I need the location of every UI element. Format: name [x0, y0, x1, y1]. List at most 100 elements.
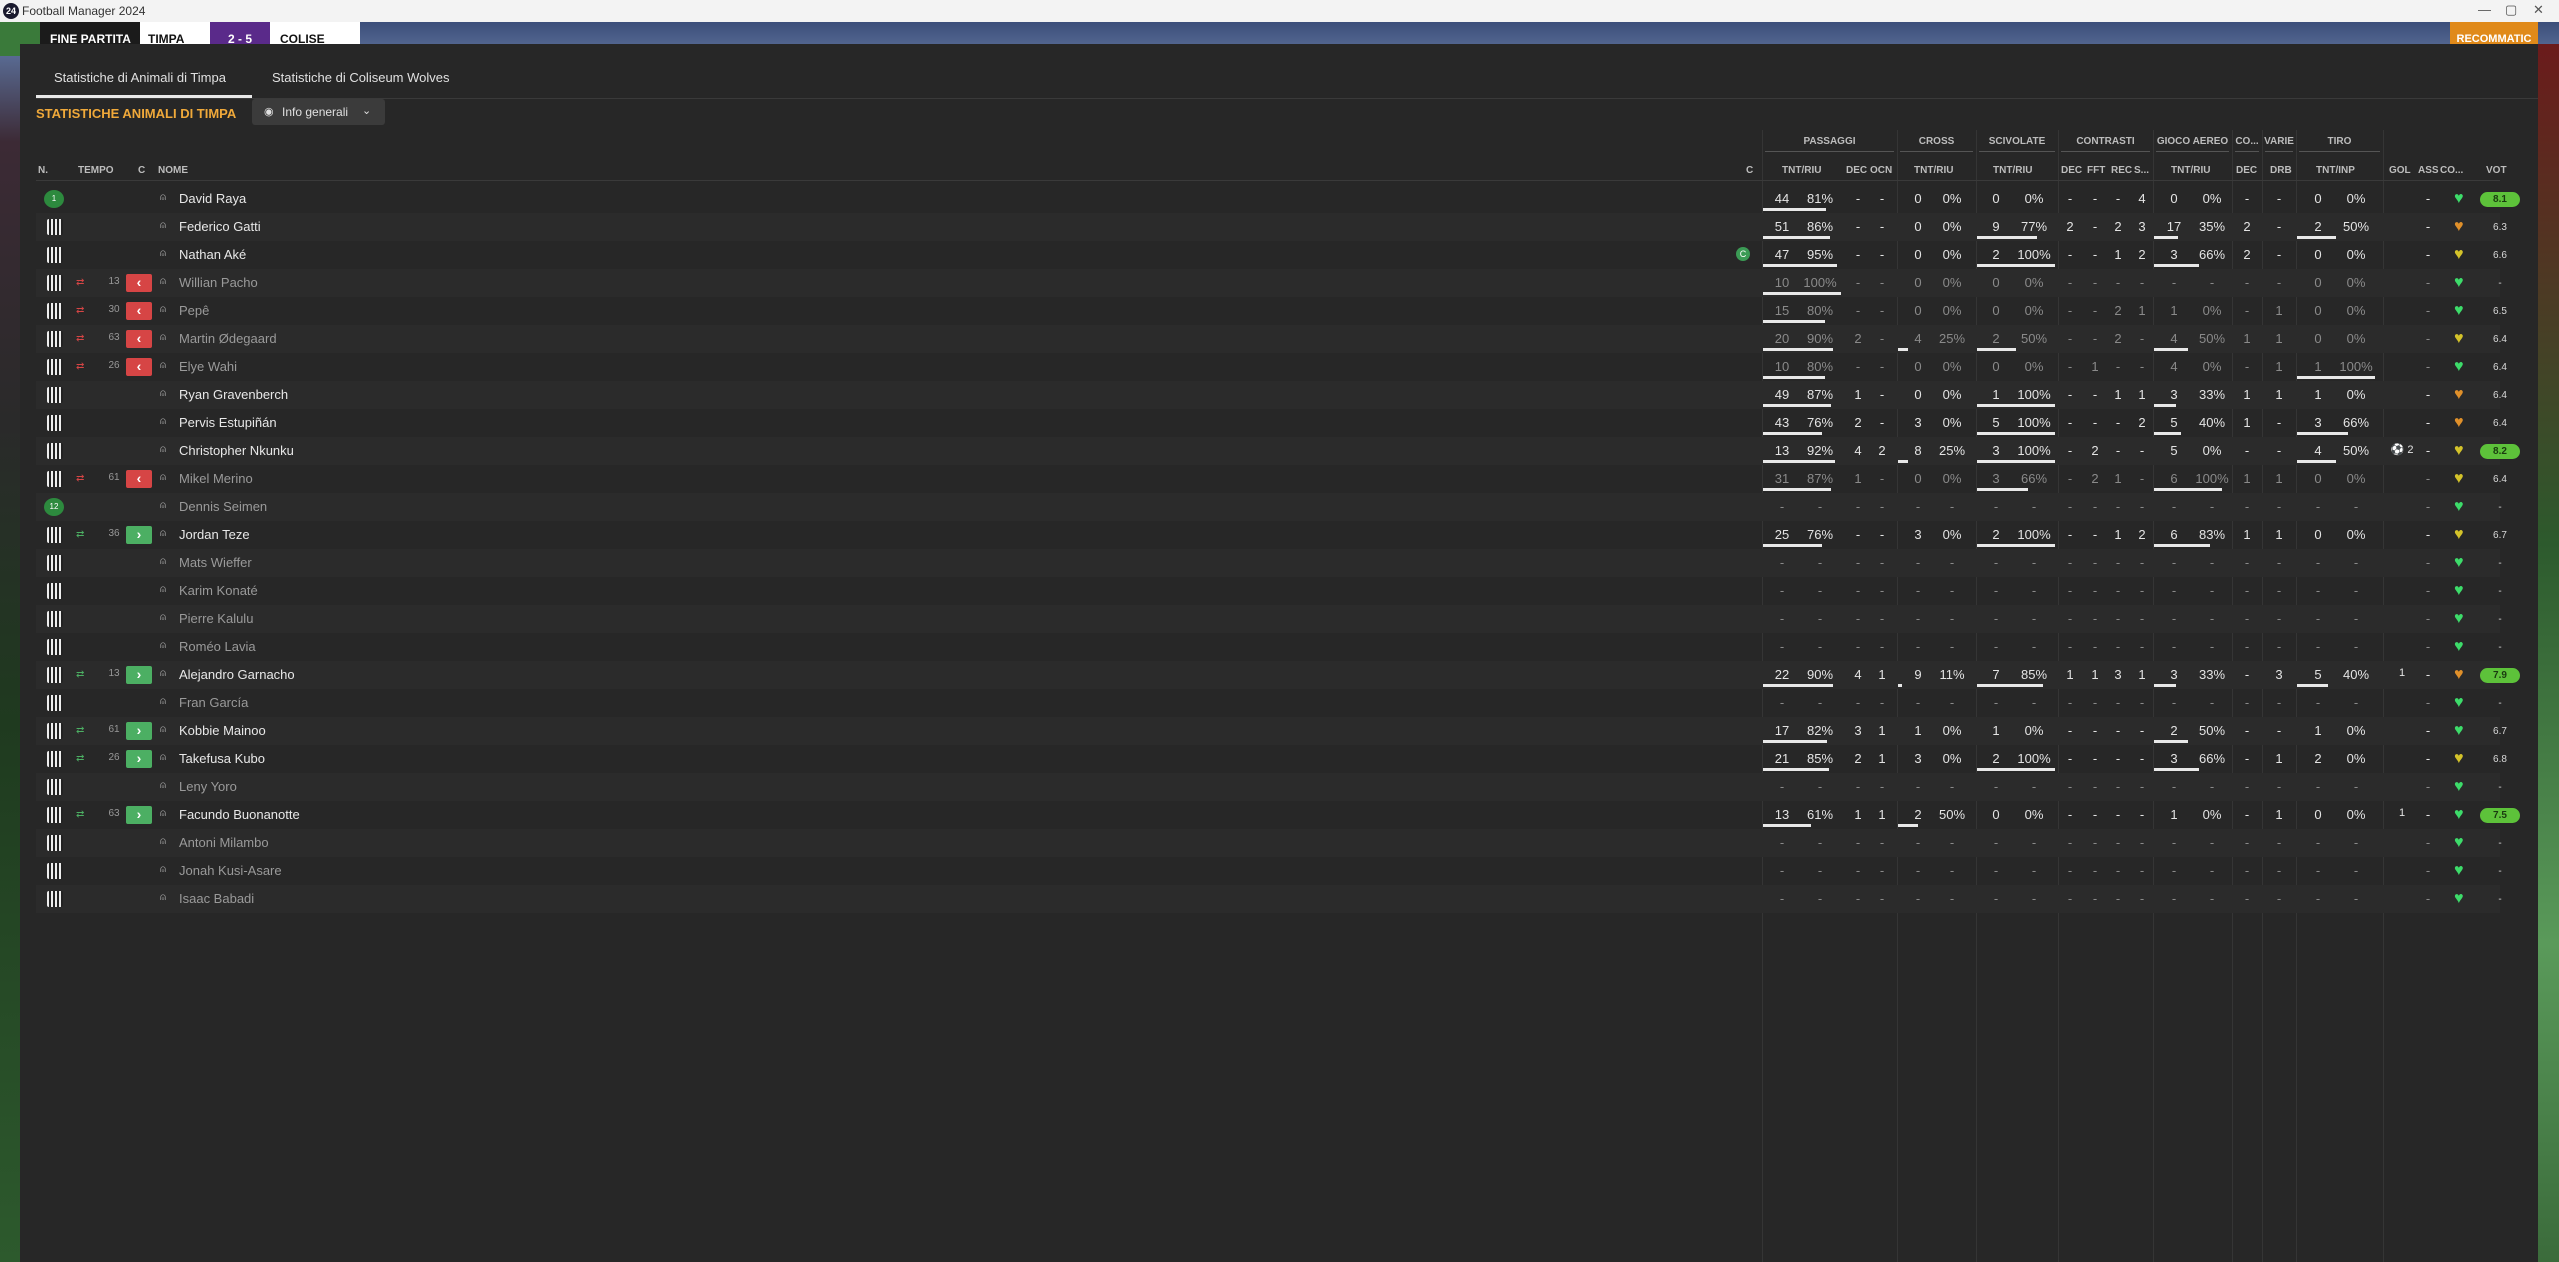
table-row[interactable]: ⍝ Mats Wieffer - - - - - - - - - - - - - - - - - - - ♥ -	[36, 549, 2502, 577]
minimize-icon[interactable]: —	[2478, 2, 2491, 17]
column-header-co-dec[interactable]: DEC	[2236, 165, 2257, 176]
player-name[interactable]: Mats Wieffer	[179, 555, 252, 570]
table-row[interactable]: ⍝ Antoni Milambo - - - - - - - - - - - - - - - - - - - ♥ -	[36, 829, 2502, 857]
table-row[interactable]: ⍝ Pervis Estupiñán 43 76% 2 - 3 0% 5 100% - - - 2 5 40%…	[36, 409, 2507, 437]
player-profile-icon[interactable]: ⍝	[160, 528, 166, 539]
column-header-c2[interactable]: C	[1746, 165, 1753, 176]
table-row[interactable]: ⍝ Fran García - - - - - - - - - - - - - - - - - - - ♥ -	[36, 689, 2502, 717]
column-header-varie-drb[interactable]: DRB	[2270, 165, 2292, 176]
player-name[interactable]: Ryan Gravenberch	[179, 387, 288, 402]
column-header-con-rec[interactable]: REC	[2111, 165, 2132, 176]
maximize-icon[interactable]: ▢	[2505, 2, 2517, 18]
player-name[interactable]: Jonah Kusi-Asare	[179, 863, 282, 878]
tab-home-stats[interactable]: Statistiche di Animali di Timpa	[54, 70, 226, 85]
player-profile-icon[interactable]: ⍝	[160, 836, 166, 847]
table-row[interactable]: ⇄ 13 › ⍝ Alejandro Garnacho 22 90% 4 1 9 11% 7 85% 1 1…	[36, 661, 2520, 689]
table-row[interactable]: ⍝ Jonah Kusi-Asare - - - - - - - - - - - - - - - - - - - ♥ -	[36, 857, 2502, 885]
column-header-con-dec[interactable]: DEC	[2061, 165, 2082, 176]
player-name[interactable]: Roméo Lavia	[179, 639, 256, 654]
table-row[interactable]: ⍝ Nathan Aké C 47 95% - - 0 0% 2 100% - - 1 2 3 66% 2 - 0 0%…	[36, 241, 2507, 269]
player-profile-icon[interactable]: ⍝	[160, 864, 166, 875]
table-row[interactable]: ⇄ 63 › ⍝ Facundo Buonanotte 13 61% 1 1 2 50% 0 0% - - -…	[36, 801, 2520, 829]
table-row[interactable]: ⍝ Ryan Gravenberch 49 87% 1 - 0 0% 1 100% - - 1 1 3 33%…	[36, 381, 2507, 409]
player-profile-icon[interactable]: ⍝	[160, 752, 166, 763]
player-profile-icon[interactable]: ⍝	[160, 444, 166, 455]
table-row[interactable]: ⍝ Pierre Kalulu - - - - - - - - - - - - - - - - - - - ♥ -	[36, 605, 2502, 633]
player-profile-icon[interactable]: ⍝	[160, 556, 166, 567]
column-header-tiro-tp[interactable]: TNT/INP	[2316, 165, 2355, 176]
column-header-aereo-tr[interactable]: TNT/RIU	[2171, 165, 2210, 176]
column-header-pass-dec[interactable]: DEC	[1846, 165, 1867, 176]
player-name[interactable]: David Raya	[179, 191, 246, 206]
column-header-c[interactable]: C	[138, 165, 145, 176]
player-name[interactable]: Takefusa Kubo	[179, 751, 265, 766]
player-name[interactable]: Kobbie Mainoo	[179, 723, 266, 738]
column-header-tempo[interactable]: TEMPO	[78, 165, 114, 176]
close-icon[interactable]: ✕	[2533, 2, 2544, 18]
player-name[interactable]: Nathan Aké	[179, 247, 246, 262]
table-row[interactable]: ⇄ 30 ‹ ⍝ Pepê 15 80% - - 0 0% 0 0% - - 2 1 1 0% - 1 0 0% - ♥ 6.5	[36, 297, 2507, 325]
player-profile-icon[interactable]: ⍝	[160, 584, 166, 595]
table-row[interactable]: ⍝ Christopher Nkunku 13 92% 4 2 8 25% 3 100% - 2 - - 5…	[36, 437, 2520, 465]
player-name[interactable]: Leny Yoro	[179, 779, 237, 794]
player-name[interactable]: Antoni Milambo	[179, 835, 269, 850]
column-header-con-fft[interactable]: FFT	[2087, 165, 2105, 176]
player-profile-icon[interactable]: ⍝	[160, 332, 166, 343]
column-header-pass-ocn[interactable]: OCN	[1870, 165, 1892, 176]
player-name[interactable]: Willian Pacho	[179, 275, 258, 290]
player-name[interactable]: Christopher Nkunku	[179, 443, 294, 458]
player-profile-icon[interactable]: ⍝	[160, 500, 166, 511]
column-header-vot[interactable]: VOT	[2486, 165, 2507, 176]
column-header-scivolate-tr[interactable]: TNT/RIU	[1993, 165, 2032, 176]
player-name[interactable]: Dennis Seimen	[179, 499, 267, 514]
table-row[interactable]: ⇄ 61 ‹ ⍝ Mikel Merino 31 87% 1-0 0% 3 66% -2 1-6 100%…	[36, 465, 2507, 493]
column-header-ass[interactable]: ASS	[2418, 165, 2439, 176]
column-header-pass-tr[interactable]: TNT/RIU	[1782, 165, 1821, 176]
player-profile-icon[interactable]: ⍝	[160, 640, 166, 651]
player-name[interactable]: Jordan Teze	[179, 527, 250, 542]
column-header-cross-tr[interactable]: TNT/RIU	[1914, 165, 1953, 176]
table-row[interactable]: ⍝ Federico Gatti 51 86% - - 0 0% 9 77% 2 - 2 3 17 35% 2 -…	[36, 213, 2507, 241]
player-profile-icon[interactable]: ⍝	[160, 192, 166, 203]
player-profile-icon[interactable]: ⍝	[160, 780, 166, 791]
player-name[interactable]: Fran García	[179, 695, 248, 710]
column-header-gol[interactable]: GOL	[2389, 165, 2411, 176]
column-header-nome[interactable]: NOME	[158, 165, 188, 176]
tab-away-stats[interactable]: Statistiche di Coliseum Wolves	[272, 70, 450, 85]
player-name[interactable]: Elye Wahi	[179, 359, 237, 374]
table-row[interactable]: ⇄ 36 › ⍝ Jordan Teze 25 76% - -3 0% 2 100% - -1 2 6 83% 1…	[36, 521, 2507, 549]
table-row[interactable]: ⍝ Leny Yoro - - - - - - - - - - - - - - - - - - - ♥ -	[36, 773, 2502, 801]
view-selector[interactable]: ◉ Info generali ⌄	[252, 99, 385, 125]
player-name[interactable]: Martin Ødegaard	[179, 331, 277, 346]
table-row[interactable]: ⍝ Karim Konaté - - - - - - - - - - - - - - - - - - - ♥ -	[36, 577, 2502, 605]
player-profile-icon[interactable]: ⍝	[160, 276, 166, 287]
player-profile-icon[interactable]: ⍝	[160, 472, 166, 483]
table-row[interactable]: ⇄ 63 ‹ ⍝ Martin Ødegaard 20 90% 2 - 4 25% 2 50% - - 2 - 4…	[36, 325, 2507, 353]
table-row[interactable]: ⇄ 13 ‹ ⍝ Willian Pacho 10 100% - - 0 0% 0 0% - - - - - - - -…	[36, 269, 2502, 297]
player-profile-icon[interactable]: ⍝	[160, 696, 166, 707]
player-profile-icon[interactable]: ⍝	[160, 808, 166, 819]
player-profile-icon[interactable]: ⍝	[160, 668, 166, 679]
player-name[interactable]: Pierre Kalulu	[179, 611, 253, 626]
player-profile-icon[interactable]: ⍝	[160, 360, 166, 371]
player-name[interactable]: Facundo Buonanotte	[179, 807, 300, 822]
player-name[interactable]: Karim Konaté	[179, 583, 258, 598]
table-row[interactable]: 1 ⍝ David Raya 44 81% - - 0 0% 0 0% - - - 4 0 0% - - 0 0% - ♥ 8…	[36, 185, 2520, 213]
column-header-num[interactable]: N.	[38, 165, 48, 176]
player-profile-icon[interactable]: ⍝	[160, 388, 166, 399]
player-profile-icon[interactable]: ⍝	[160, 304, 166, 315]
table-row[interactable]: ⍝ Roméo Lavia - - - - - - - - - - - - - - - - - - - ♥ -	[36, 633, 2502, 661]
table-row[interactable]: ⍝ Isaac Babadi - - - - - - - - - - - - - - - - - - - ♥ -	[36, 885, 2502, 913]
table-row[interactable]: 12 ⍝ Dennis Seimen - - - - - - - - - - - - - - - - - - - ♥ -	[36, 493, 2502, 521]
table-row[interactable]: ⇄ 26 ‹ ⍝ Elye Wahi 10 80% - - 0 0% 0 0% - 1 - - 4 0% - 1 1 100…	[36, 353, 2507, 381]
player-name[interactable]: Isaac Babadi	[179, 891, 254, 906]
player-profile-icon[interactable]: ⍝	[160, 248, 166, 259]
player-name[interactable]: Mikel Merino	[179, 471, 253, 486]
table-row[interactable]: ⇄ 61 › ⍝ Kobbie Mainoo 17 82% 3 1 1 0% 1 0% - - - - 2 50% -…	[36, 717, 2507, 745]
column-header-co[interactable]: CO...	[2440, 165, 2463, 176]
player-name[interactable]: Federico Gatti	[179, 219, 261, 234]
player-profile-icon[interactable]: ⍝	[160, 724, 166, 735]
table-row[interactable]: ⇄ 26 › ⍝ Takefusa Kubo 21 85% 2 1 3 0% 2 100% - - - -3 66…	[36, 745, 2507, 773]
column-header-con-s[interactable]: S...	[2134, 165, 2149, 176]
player-profile-icon[interactable]: ⍝	[160, 892, 166, 903]
